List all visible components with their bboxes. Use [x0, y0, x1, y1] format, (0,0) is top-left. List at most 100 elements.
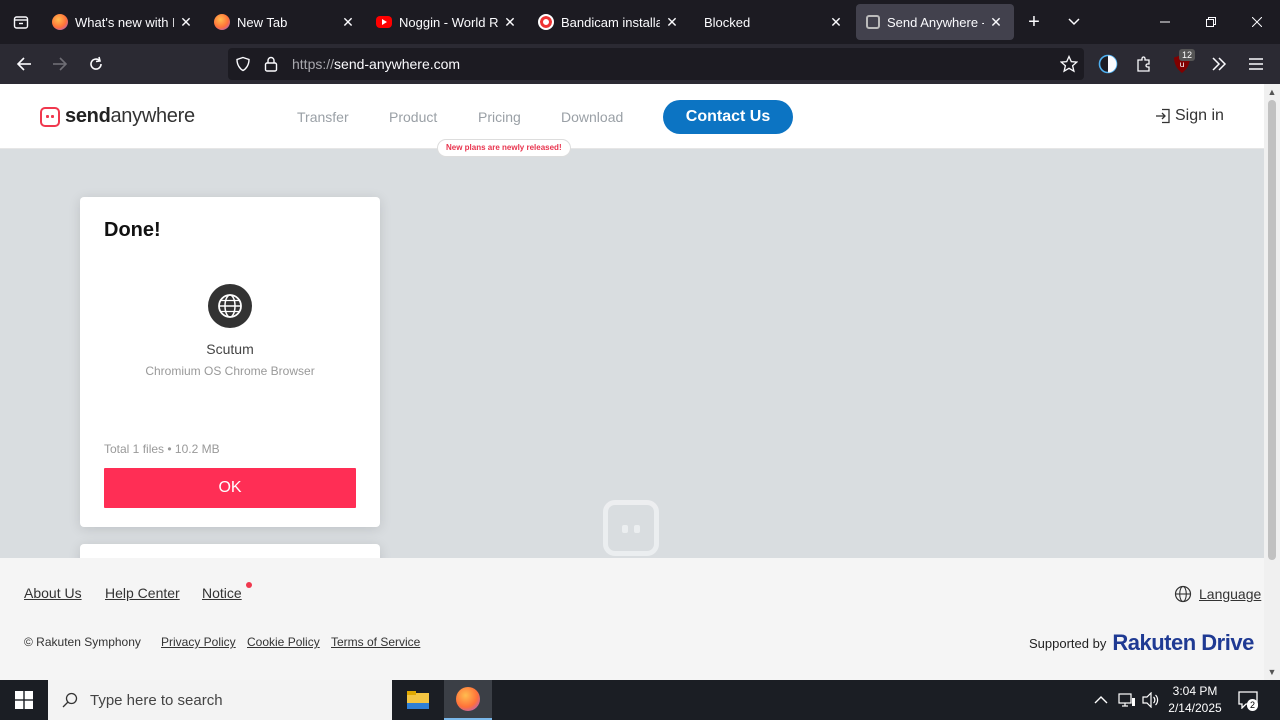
tab-noggin[interactable]: Noggin - World Running ✕: [366, 4, 528, 40]
close-icon[interactable]: ✕: [178, 14, 194, 31]
dark-reader-extension[interactable]: [1092, 48, 1124, 80]
close-icon[interactable]: ✕: [502, 14, 518, 31]
forward-button[interactable]: [42, 48, 78, 80]
chevron-up-icon: [1094, 696, 1108, 704]
card-title: Done!: [104, 219, 161, 241]
reload-icon: [90, 56, 102, 70]
transfer-done-card: Done! Scutum Chromium OS Chrome Browser …: [80, 197, 380, 527]
scroll-down-arrow-icon[interactable]: ▼: [1264, 664, 1280, 680]
footer-terms-of-service[interactable]: Terms of Service: [331, 635, 420, 649]
lock-icon[interactable]: [258, 56, 284, 72]
ublock-extension[interactable]: u 12: [1166, 48, 1198, 80]
contact-us-button[interactable]: Contact Us: [663, 100, 793, 134]
volume-tray[interactable]: [1142, 680, 1160, 720]
windows-taskbar: Type here to search 3:04 PM 2/14/2025 2: [0, 680, 1280, 720]
system-clock[interactable]: 3:04 PM 2/14/2025: [1160, 683, 1230, 717]
tab-blocked[interactable]: Blocked ✕: [690, 4, 854, 40]
site-footer: About Us Help Center Notice Language © R…: [0, 558, 1264, 680]
navigation-toolbar: https://send-anywhere.com u 12: [0, 44, 1280, 84]
arrow-right-icon: [53, 57, 68, 71]
scrollbar-thumb[interactable]: [1268, 100, 1276, 560]
footer-help-center[interactable]: Help Center: [105, 585, 180, 601]
url-host: send-anywhere.com: [334, 56, 461, 72]
footer-cookie-policy[interactable]: Cookie Policy: [247, 635, 320, 649]
start-button[interactable]: [0, 680, 48, 720]
close-icon[interactable]: ✕: [664, 14, 680, 31]
sign-in-icon: [1156, 108, 1170, 124]
firefox-app[interactable]: [444, 680, 492, 720]
network-tray[interactable]: [1118, 680, 1136, 720]
footer-privacy-policy[interactable]: Privacy Policy: [161, 635, 236, 649]
action-center-button[interactable]: 2: [1238, 680, 1259, 720]
taskbar-search[interactable]: Type here to search: [48, 680, 392, 720]
minimize-button[interactable]: [1142, 0, 1188, 44]
chevron-down-icon: [1068, 18, 1080, 26]
site-logo[interactable]: sendanywhere: [40, 105, 195, 128]
shield-icon[interactable]: [228, 56, 258, 72]
tab-strip: What's new with Firefox ✕ New Tab ✕ Nogg…: [0, 0, 1280, 44]
language-label[interactable]: Language: [1199, 586, 1261, 602]
close-icon[interactable]: ✕: [828, 14, 844, 31]
firefox-icon: [456, 687, 480, 711]
bookmark-star-icon[interactable]: [1059, 54, 1079, 76]
logo-text: sendanywhere: [65, 105, 195, 127]
tab-title: Send Anywhere - File: [887, 14, 984, 30]
transfer-total: Total 1 files • 10.2 MB: [104, 442, 220, 456]
rakuten-drive-logo[interactable]: Rakuten Drive: [1112, 630, 1254, 656]
clock-date: 2/14/2025: [1168, 701, 1222, 715]
reload-button[interactable]: [78, 48, 114, 80]
youtube-icon: [376, 16, 392, 28]
url-text: https://send-anywhere.com: [292, 56, 460, 72]
tab-new-tab[interactable]: New Tab ✕: [204, 4, 366, 40]
svg-text:u: u: [1179, 60, 1184, 69]
sendanywhere-logo-icon: [40, 106, 60, 127]
restore-icon: [1206, 17, 1216, 27]
page-scrollbar[interactable]: ▲ ▼: [1264, 84, 1280, 680]
sign-in-label: Sign in: [1175, 107, 1224, 124]
search-icon: [62, 692, 78, 708]
ok-button[interactable]: OK: [104, 468, 356, 508]
speaker-icon: [1142, 692, 1159, 708]
nav-download[interactable]: Download: [561, 109, 623, 125]
tab-whats-new[interactable]: What's new with Firefox ✕: [42, 4, 204, 40]
nav-product[interactable]: Product: [389, 109, 437, 125]
web-page: sendanywhere Transfer Product Pricing Do…: [0, 84, 1264, 680]
file-explorer-app[interactable]: [394, 680, 442, 720]
back-button[interactable]: [6, 48, 42, 80]
windows-logo-icon: [15, 691, 33, 709]
puzzle-icon: [1137, 56, 1150, 72]
address-bar[interactable]: https://send-anywhere.com: [228, 48, 1084, 80]
supported-by: Supported by Rakuten Drive: [1029, 630, 1254, 656]
sign-in-button[interactable]: Sign in: [1155, 107, 1224, 125]
extensions-button[interactable]: [1128, 48, 1160, 80]
nav-transfer[interactable]: Transfer: [297, 109, 349, 125]
site-header: sendanywhere Transfer Product Pricing Do…: [0, 84, 1264, 157]
footer-about-us[interactable]: About Us: [24, 585, 82, 601]
supported-by-label: Supported by: [1029, 635, 1107, 651]
scroll-up-arrow-icon[interactable]: ▲: [1264, 84, 1280, 100]
device-name: Scutum: [206, 341, 254, 357]
close-icon[interactable]: ✕: [988, 14, 1004, 31]
new-tab-button[interactable]: +: [1014, 11, 1054, 34]
restore-button[interactable]: [1188, 0, 1234, 44]
show-hidden-icons[interactable]: [1094, 680, 1108, 720]
footer-notice[interactable]: Notice: [202, 585, 242, 601]
close-window-button[interactable]: [1234, 0, 1280, 44]
tab-bandicam[interactable]: Bandicam installation ✕: [528, 4, 690, 40]
tab-title: Noggin - World Running: [399, 14, 498, 30]
arrow-left-icon: [16, 57, 31, 71]
language-selector[interactable]: Language: [1174, 585, 1261, 603]
tab-title: New Tab: [237, 14, 288, 30]
list-all-tabs-button[interactable]: [1054, 15, 1094, 29]
nav-pricing[interactable]: Pricing: [478, 109, 521, 125]
more-tools-button[interactable]: [1203, 48, 1235, 80]
tab-send-anywhere[interactable]: Send Anywhere - File ✕: [856, 4, 1014, 40]
app-menu-button[interactable]: [1240, 48, 1272, 80]
firefox-icon: [52, 14, 68, 30]
device-description: Chromium OS Chrome Browser: [145, 364, 315, 378]
close-icon: [1252, 17, 1262, 27]
close-icon[interactable]: ✕: [340, 14, 356, 31]
firefox-view-button[interactable]: [0, 0, 42, 44]
firefox-view-icon: [13, 16, 29, 29]
minimize-icon: [1160, 21, 1170, 23]
